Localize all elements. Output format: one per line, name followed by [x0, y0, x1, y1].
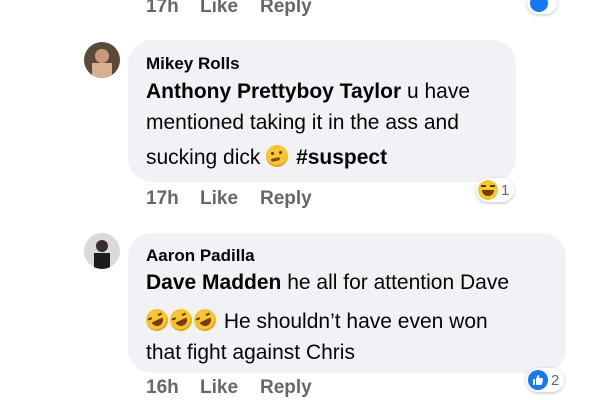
rolling-on-floor-laughing-icon: [142, 305, 172, 335]
top-comment-meta: 17h Like Reply: [146, 0, 312, 18]
top-like-link[interactable]: Like: [200, 0, 260, 18]
thinking-face-icon: [266, 145, 289, 167]
mention-link[interactable]: Anthony Prettyboy Taylor: [146, 80, 401, 103]
rolling-on-floor-laughing-icon: [190, 305, 220, 335]
comment-text-line: He shouldn’t have even won: [142, 305, 488, 335]
avatar[interactable]: [84, 233, 120, 269]
avatar[interactable]: [84, 42, 120, 78]
mention-link[interactable]: Dave Madden: [146, 271, 281, 294]
comment-time[interactable]: 16h: [146, 377, 200, 399]
comment-text: He shouldn’t have even won: [218, 310, 488, 333]
comment-text-line: Anthony Prettyboy Taylor u have: [146, 80, 470, 104]
like-icon: [530, 0, 548, 12]
like-link[interactable]: Like: [200, 377, 260, 399]
comment-text: u have: [401, 80, 471, 103]
top-comment-time: 17h: [146, 0, 179, 17]
comment-author[interactable]: Aaron Padilla: [146, 246, 255, 266]
top-like-reaction-partial[interactable]: [527, 0, 557, 14]
like-icon: [528, 370, 548, 390]
comment-meta: 16h Like Reply: [146, 377, 312, 399]
haha-reaction-badge[interactable]: 1: [476, 178, 515, 202]
like-link[interactable]: Like: [200, 188, 260, 210]
haha-icon: [478, 180, 498, 200]
comment-author[interactable]: Mikey Rolls: [146, 54, 240, 74]
comment-text-line: Dave Madden he all for attention Dave: [146, 271, 509, 295]
comment-meta: 17h Like Reply: [146, 188, 312, 210]
comment-text-line: mentioned taking it in the ass and: [146, 111, 459, 134]
comment-text: he all for attention Dave: [281, 271, 510, 294]
comment-text-line: that fight against Chris: [146, 341, 355, 364]
comment-text-line: sucking dick #suspect: [146, 145, 387, 170]
rolling-on-floor-laughing-icon: [166, 305, 196, 335]
like-reaction-badge[interactable]: 2: [526, 368, 565, 392]
reaction-count: 2: [551, 371, 560, 389]
reply-link[interactable]: Reply: [260, 188, 312, 210]
comment-time[interactable]: 17h: [146, 188, 200, 210]
reply-link[interactable]: Reply: [260, 377, 312, 399]
top-reply-link[interactable]: Reply: [260, 0, 312, 18]
comment-text: sucking dick: [146, 146, 267, 169]
hashtag-link[interactable]: #suspect: [296, 146, 387, 169]
reaction-count: 1: [501, 181, 510, 199]
